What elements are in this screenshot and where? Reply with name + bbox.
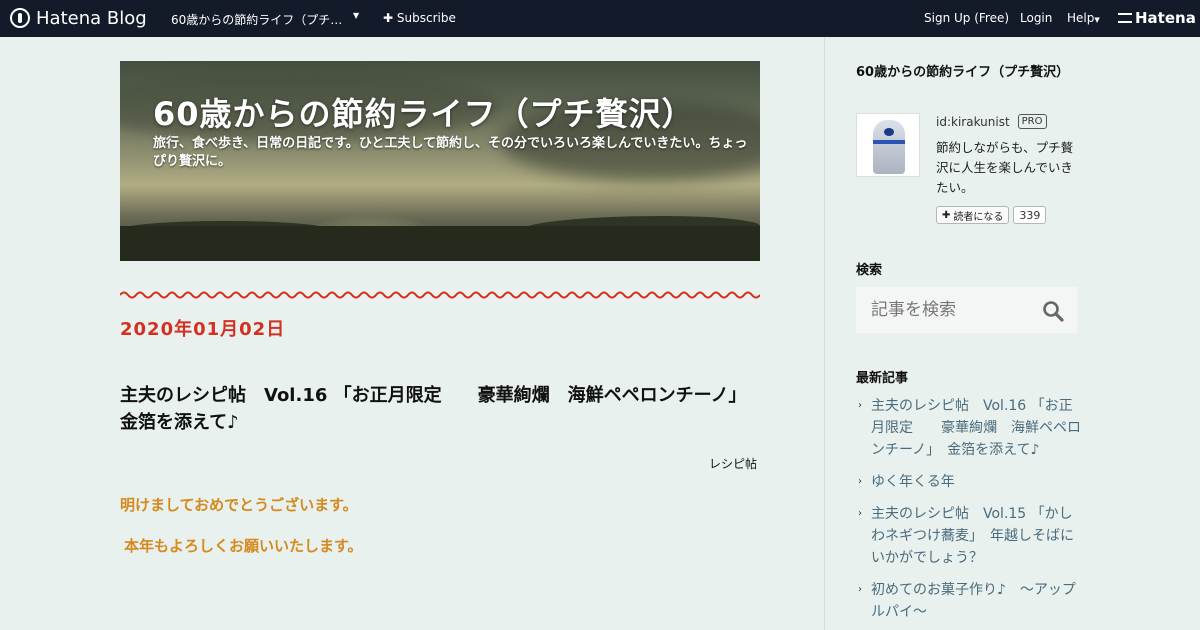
recent-item[interactable]: › 主夫のレシピ帖 Vol.16 「お正月限定 豪華絢爛 海鮮ペペロンチーノ」 金…	[858, 395, 1083, 461]
help-label: Help	[1067, 11, 1095, 25]
recent-item-link[interactable]: 初めてのお菓子作り♪ ～アップルパイ～	[871, 582, 1076, 620]
entry-paragraph: 明けましておめでとうございます。	[120, 496, 358, 514]
plus-icon: ✚	[942, 209, 951, 221]
search-input[interactable]	[856, 287, 1036, 333]
caret-down-icon: ▼	[1094, 16, 1100, 24]
entry-date[interactable]: 2020年01月02日	[120, 315, 285, 341]
wavy-divider	[120, 291, 760, 299]
chevron-right-icon: ›	[858, 584, 862, 595]
blog-title[interactable]: 60歳からの節約ライフ（プチ贅沢）	[153, 89, 695, 135]
follow-label: 読者になる	[953, 211, 1004, 223]
recent-item-link[interactable]: 主夫のレシピ帖 Vol.15 「かしわネギつけ蕎麦」 年越しそばにいかがでしょう…	[871, 506, 1074, 566]
follow-button[interactable]: ✚ 読者になる	[936, 206, 1010, 224]
search-icon[interactable]	[1042, 300, 1064, 322]
hatena-blog-logo-icon	[10, 8, 30, 28]
avatar-robot-band	[873, 140, 905, 144]
blog-description: 旅行、食べ歩き、日常の日記です。ひと工夫して節約し、その分でいろいろ楽しんでいき…	[153, 136, 748, 169]
signup-link[interactable]: Sign Up (Free)	[924, 11, 1009, 25]
profile-user: id:kirakunist PRO	[936, 114, 1047, 129]
recent-item-link[interactable]: ゆく年くる年	[871, 474, 955, 490]
hatena-logo[interactable]: Hatena	[1118, 9, 1196, 27]
chevron-right-icon: ›	[858, 400, 862, 411]
search-form	[856, 287, 1077, 333]
follower-count[interactable]: 339	[1013, 206, 1047, 224]
recent-item[interactable]: › 主夫のレシピ帖 Vol.15 「かしわネギつけ蕎麦」 年越しそばにいかがでしょ…	[858, 503, 1083, 569]
recent-item-link[interactable]: 主夫のレシピ帖 Vol.16 「お正月限定 豪華絢爛 海鮮ペペロンチーノ」 金箔…	[871, 398, 1081, 458]
subscribe-button[interactable]: ✚ Subscribe	[383, 11, 456, 25]
hatena-blog-logo[interactable]: Hatena Blog	[10, 7, 147, 29]
entry-title[interactable]: 主夫のレシピ帖 Vol.16 「お正月限定 豪華絢爛 海鮮ペペロンチーノ」 金箔…	[120, 382, 760, 436]
entry-paragraph: 本年もよろしくお願いいたします。	[124, 537, 363, 555]
hatena-logo-icon	[1118, 13, 1132, 23]
avatar[interactable]	[856, 113, 920, 177]
profile-bio: 節約しながらも、プチ贅沢に人生を楽しんでいきたい。	[936, 140, 1074, 195]
header-shore	[120, 226, 760, 261]
recent-heading: 最新記事	[856, 371, 909, 386]
avatar-robot-eye	[884, 128, 894, 136]
pro-badge[interactable]: PRO	[1017, 114, 1047, 129]
hatena-logo-text: Hatena	[1135, 9, 1196, 27]
subscribe-label: Subscribe	[396, 11, 456, 25]
caret-down-icon[interactable]: ▼	[353, 11, 359, 20]
global-header: Hatena Blog 60歳からの節約ライフ（プチ贅沢） ▼ ✚ Subscr…	[0, 0, 1200, 37]
chevron-right-icon: ›	[858, 476, 862, 487]
blog-name-link[interactable]: 60歳からの節約ライフ（プチ贅沢）	[171, 11, 351, 28]
recent-item[interactable]: › 初めてのお菓子作り♪ ～アップルパイ～	[858, 579, 1083, 623]
blog-header-image[interactable]: 60歳からの節約ライフ（プチ贅沢） 旅行、食べ歩き、日常の日記です。ひと工夫して…	[120, 61, 760, 261]
login-link[interactable]: Login	[1020, 11, 1052, 25]
logo-text: Hatena Blog	[36, 7, 147, 29]
sidebar-blog-title[interactable]: 60歳からの節約ライフ（プチ贅沢）	[856, 62, 1078, 84]
recent-item[interactable]: › ゆく年くる年	[858, 471, 1083, 493]
entry-category[interactable]: レシピ帖	[709, 455, 757, 472]
user-id-link[interactable]: id:kirakunist	[936, 115, 1010, 129]
help-menu[interactable]: Help▼	[1067, 11, 1100, 25]
chevron-right-icon: ›	[858, 508, 862, 519]
follow-widget: ✚ 読者になる 339	[936, 206, 1047, 224]
recent-list: › 主夫のレシピ帖 Vol.16 「お正月限定 豪華絢爛 海鮮ペペロンチーノ」 金…	[858, 395, 1083, 630]
search-heading: 検索	[856, 263, 883, 278]
plus-icon: ✚	[383, 11, 394, 25]
